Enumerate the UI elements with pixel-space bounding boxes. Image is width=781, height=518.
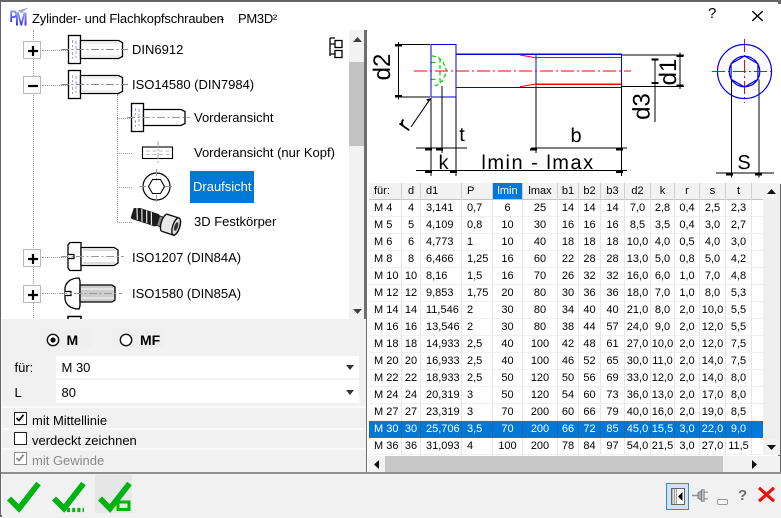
svg-text:d3: d3 — [629, 93, 656, 120]
svg-text:b: b — [570, 125, 581, 147]
svg-text:d2: d2 — [369, 54, 396, 81]
svg-text:lmin - lmax: lmin - lmax — [481, 152, 594, 174]
svg-text:d1: d1 — [655, 59, 682, 86]
svg-text:k: k — [439, 152, 450, 174]
svg-text:S: S — [737, 152, 750, 174]
svg-text:t: t — [459, 124, 465, 146]
